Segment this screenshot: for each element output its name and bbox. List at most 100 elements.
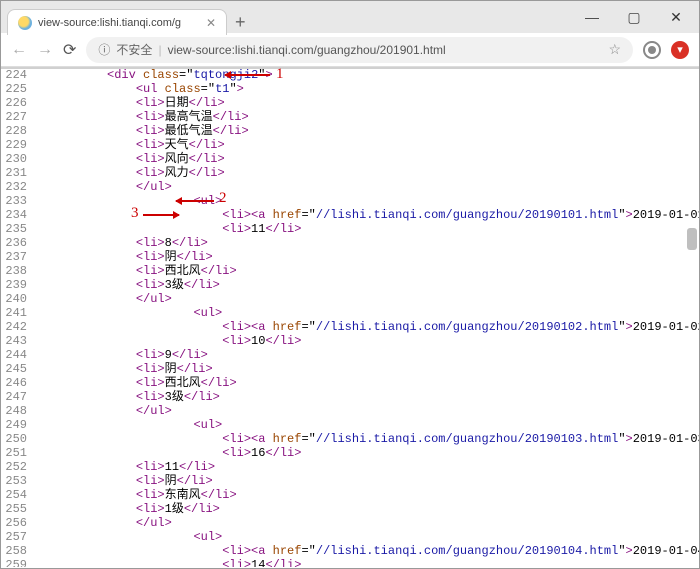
new-tab-button[interactable]: + <box>235 13 246 31</box>
view-source-pane[interactable]: 1 2 3 224 <div class="tqtongji2">225 <ul… <box>1 67 699 567</box>
source-code[interactable]: <ul class="t1"> <box>35 82 699 96</box>
line-number: 241 <box>1 306 35 320</box>
info-icon[interactable]: ⓘ <box>98 41 110 58</box>
source-code[interactable]: <li>11</li> <box>35 222 699 236</box>
source-code[interactable]: <li>8</li> <box>35 236 699 250</box>
line-number: 249 <box>1 418 35 432</box>
source-line: 247 <li>3级</li> <box>1 390 699 404</box>
source-code[interactable]: </ul> <box>35 292 699 306</box>
source-code[interactable]: <li><a href="//lishi.tianqi.com/guangzho… <box>35 208 699 222</box>
source-code[interactable]: <li><a href="//lishi.tianqi.com/guangzho… <box>35 320 699 334</box>
source-code[interactable]: <li>风力</li> <box>35 166 699 180</box>
insecure-badge: 不安全 <box>116 41 152 58</box>
line-number: 257 <box>1 530 35 544</box>
line-number: 247 <box>1 390 35 404</box>
tab-close-icon[interactable]: ✕ <box>206 16 216 30</box>
line-number: 252 <box>1 460 35 474</box>
source-code[interactable]: <li>日期</li> <box>35 96 699 110</box>
line-number: 233 <box>1 194 35 208</box>
source-code[interactable]: </ul> <box>35 516 699 530</box>
source-line: 244 <li>9</li> <box>1 348 699 362</box>
browser-tab[interactable]: view-source:lishi.tianqi.com/g ✕ <box>7 9 227 35</box>
line-number: 259 <box>1 558 35 567</box>
minimize-button[interactable]: — <box>571 3 613 31</box>
line-number: 230 <box>1 152 35 166</box>
source-code[interactable]: <li><a href="//lishi.tianqi.com/guangzho… <box>35 544 699 558</box>
source-code[interactable]: <ul> <box>35 530 699 544</box>
back-button[interactable]: ← <box>11 41 27 59</box>
source-code[interactable]: <li>14</li> <box>35 558 699 567</box>
tab-title: view-source:lishi.tianqi.com/g <box>38 17 200 29</box>
source-code[interactable]: <li>西北风</li> <box>35 264 699 278</box>
browser-tabbar: view-source:lishi.tianqi.com/g ✕ + <box>7 9 246 35</box>
source-line: 256 </ul> <box>1 516 699 530</box>
line-number: 242 <box>1 320 35 334</box>
source-code[interactable]: <div class="tqtongji2"> <box>35 68 699 82</box>
bookmark-icon[interactable]: ☆ <box>608 41 621 58</box>
source-code[interactable]: <li>风向</li> <box>35 152 699 166</box>
source-line: 241 <ul> <box>1 306 699 320</box>
source-code[interactable]: <li>天气</li> <box>35 138 699 152</box>
source-code[interactable]: <li><a href="//lishi.tianqi.com/guangzho… <box>35 432 699 446</box>
line-number: 243 <box>1 334 35 348</box>
source-code[interactable]: <ul> <box>35 306 699 320</box>
line-number: 253 <box>1 474 35 488</box>
source-code[interactable]: <li>16</li> <box>35 446 699 460</box>
source-code[interactable]: <li>最高气温</li> <box>35 110 699 124</box>
source-line: 237 <li>阴</li> <box>1 250 699 264</box>
source-line: 253 <li>阴</li> <box>1 474 699 488</box>
line-number: 250 <box>1 432 35 446</box>
source-code[interactable]: <li>东南风</li> <box>35 488 699 502</box>
source-line: 232 </ul> <box>1 180 699 194</box>
source-code[interactable]: <li>西北风</li> <box>35 376 699 390</box>
reload-button[interactable]: ⟳ <box>63 40 76 60</box>
favicon-icon <box>18 16 32 30</box>
source-line: 230 <li>风向</li> <box>1 152 699 166</box>
source-line: 238 <li>西北风</li> <box>1 264 699 278</box>
source-code[interactable]: <li>阴</li> <box>35 250 699 264</box>
source-line: 233 <ul> <box>1 194 699 208</box>
line-number: 251 <box>1 446 35 460</box>
source-line: 236 <li>8</li> <box>1 236 699 250</box>
source-line: 240 </ul> <box>1 292 699 306</box>
source-code[interactable]: <li>3级</li> <box>35 278 699 292</box>
line-number: 245 <box>1 362 35 376</box>
line-number: 224 <box>1 68 35 82</box>
source-line: 249 <ul> <box>1 418 699 432</box>
vertical-scrollbar-thumb[interactable] <box>687 228 697 250</box>
line-number: 255 <box>1 502 35 516</box>
source-line: 225 <ul class="t1"> <box>1 82 699 96</box>
source-code[interactable]: <li>1级</li> <box>35 502 699 516</box>
address-bar[interactable]: ⓘ 不安全 | view-source:lishi.tianqi.com/gua… <box>86 37 633 63</box>
source-code[interactable]: </ul> <box>35 404 699 418</box>
source-line: 229 <li>天气</li> <box>1 138 699 152</box>
source-line: 254 <li>东南风</li> <box>1 488 699 502</box>
forward-button[interactable]: → <box>37 41 53 59</box>
source-line: 231 <li>风力</li> <box>1 166 699 180</box>
source-code[interactable]: </ul> <box>35 180 699 194</box>
source-line: 251 <li>16</li> <box>1 446 699 460</box>
line-number: 237 <box>1 250 35 264</box>
maximize-button[interactable]: ▢ <box>613 3 655 31</box>
line-number: 227 <box>1 110 35 124</box>
source-code[interactable]: <li>3级</li> <box>35 390 699 404</box>
annotation-arrow-1 <box>225 74 270 76</box>
line-number: 238 <box>1 264 35 278</box>
url-text: view-source:lishi.tianqi.com/guangzhou/2… <box>168 43 446 57</box>
source-line: 226 <li>日期</li> <box>1 96 699 110</box>
source-code[interactable]: <li>最低气温</li> <box>35 124 699 138</box>
source-code[interactable]: <li>10</li> <box>35 334 699 348</box>
source-code[interactable]: <ul> <box>35 194 699 208</box>
extension-icon[interactable]: ▾ <box>671 41 689 59</box>
line-number: 231 <box>1 166 35 180</box>
source-code[interactable]: <ul> <box>35 418 699 432</box>
line-number: 256 <box>1 516 35 530</box>
source-code[interactable]: <li>11</li> <box>35 460 699 474</box>
close-button[interactable]: ✕ <box>655 3 697 31</box>
source-code[interactable]: <li>阴</li> <box>35 474 699 488</box>
source-code[interactable]: <li>阴</li> <box>35 362 699 376</box>
line-number: 248 <box>1 404 35 418</box>
profile-avatar-icon[interactable] <box>643 41 661 59</box>
source-code[interactable]: <li>9</li> <box>35 348 699 362</box>
source-line: 235 <li>11</li> <box>1 222 699 236</box>
